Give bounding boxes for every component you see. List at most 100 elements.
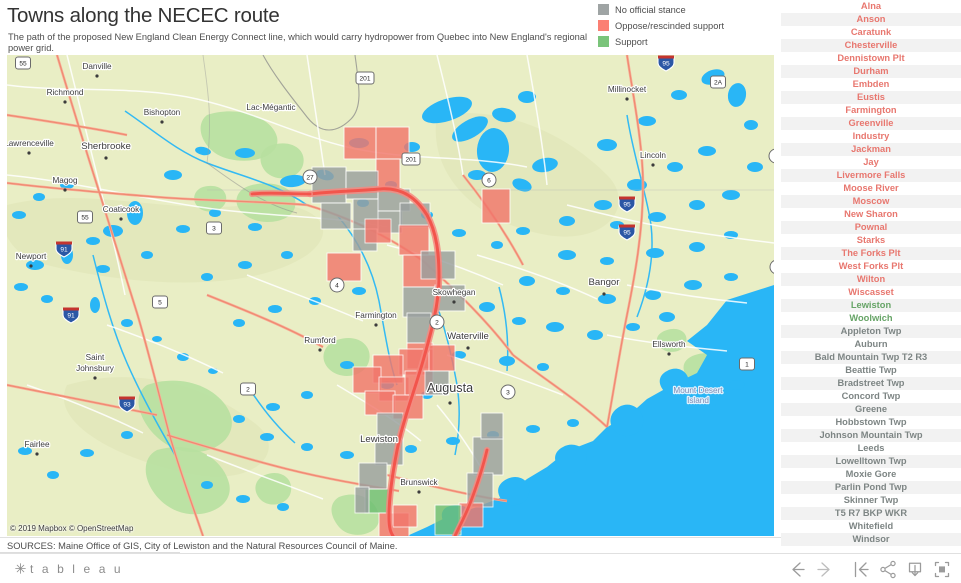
- redo-button[interactable]: [810, 558, 837, 580]
- legend-swatch-icon: [598, 36, 609, 47]
- legend-item[interactable]: Oppose/rescinded support: [598, 18, 781, 33]
- svg-text:5: 5: [158, 299, 162, 306]
- town-list-item[interactable]: Hobbstown Twp: [781, 416, 961, 429]
- map-graphic: 20120127642355553521192A919193959595Moun…: [7, 55, 774, 536]
- town-list-item[interactable]: New Sharon: [781, 208, 961, 221]
- town-list-item[interactable]: Greene: [781, 403, 961, 416]
- town-list-item[interactable]: Wiscasset: [781, 286, 961, 299]
- svg-text:Lawrenceville: Lawrenceville: [7, 139, 54, 148]
- town-list-item[interactable]: Bradstreet Twp: [781, 377, 961, 390]
- town-list-item[interactable]: Wilton: [781, 273, 961, 286]
- svg-text:Johnsbury: Johnsbury: [76, 364, 115, 373]
- svg-text:Island: Island: [687, 396, 709, 405]
- town-list-item[interactable]: Durham: [781, 65, 961, 78]
- svg-text:3: 3: [506, 389, 510, 396]
- download-icon: [908, 562, 921, 576]
- town-list-item[interactable]: Woolwich: [781, 312, 961, 325]
- town-list-item[interactable]: Eustis: [781, 91, 961, 104]
- svg-text:2: 2: [435, 319, 439, 326]
- town-list-item[interactable]: Lewiston: [781, 299, 961, 312]
- fullscreen-button[interactable]: [928, 558, 955, 580]
- share-button[interactable]: [874, 558, 901, 580]
- town-list-panel[interactable]: Alna Anson Caratunk Chesterville Dennistown …: [781, 0, 961, 553]
- source-divider: [0, 537, 781, 538]
- svg-text:2: 2: [246, 386, 250, 393]
- town-list-item[interactable]: Auburn: [781, 338, 961, 351]
- legend-item[interactable]: Support: [598, 34, 781, 49]
- town-list-item[interactable]: Jay: [781, 156, 961, 169]
- svg-text:91: 91: [67, 313, 75, 320]
- tableau-logo[interactable]: t a b l e a u: [14, 560, 123, 577]
- town-list-item[interactable]: Appleton Twp: [781, 325, 961, 338]
- town-list-item[interactable]: Industry: [781, 130, 961, 143]
- svg-text:Sherbrooke: Sherbrooke: [81, 141, 131, 152]
- town-list-item[interactable]: Greenville: [781, 117, 961, 130]
- legend-swatch-icon: [598, 4, 609, 15]
- svg-text:Lac-Mégantic: Lac-Mégantic: [246, 103, 295, 112]
- legend: No official stance Oppose/rescinded suppo…: [598, 2, 781, 52]
- svg-text:Fairlee: Fairlee: [24, 440, 49, 449]
- town-list-item[interactable]: Embden: [781, 78, 961, 91]
- town-list-item[interactable]: Beattie Twp: [781, 364, 961, 377]
- svg-text:Brunswick: Brunswick: [400, 478, 438, 487]
- share-icon: [879, 560, 896, 578]
- town-list-item[interactable]: Lowelltown Twp: [781, 455, 961, 468]
- town-list-item[interactable]: Moxie Gore: [781, 468, 961, 481]
- town-list-item[interactable]: Windsor: [781, 533, 961, 546]
- fullscreen-icon: [934, 561, 949, 577]
- sources-text: SOURCES: Maine Office of GIS, City of Le…: [7, 541, 398, 551]
- page-title: Towns along the NECEC route: [7, 4, 280, 27]
- town-list-item[interactable]: Starks: [781, 234, 961, 247]
- town-list-item[interactable]: The Forks Plt: [781, 247, 961, 260]
- svg-text:3: 3: [212, 225, 216, 232]
- svg-text:2A: 2A: [714, 79, 723, 86]
- svg-text:Skowhegan: Skowhegan: [433, 288, 476, 297]
- town-list-item[interactable]: Anson: [781, 13, 961, 26]
- town-list-item[interactable]: Livermore Falls: [781, 169, 961, 182]
- svg-text:201: 201: [359, 75, 370, 82]
- legend-item[interactable]: No official stance: [598, 2, 781, 17]
- town-list-item[interactable]: Alna: [781, 0, 961, 13]
- town-list-item[interactable]: Farmington: [781, 104, 961, 117]
- tableau-logo-text: t a b l e a u: [30, 561, 124, 576]
- svg-text:Lincoln: Lincoln: [640, 151, 666, 160]
- undo-button[interactable]: [783, 558, 810, 580]
- town-list-item[interactable]: Chesterville: [781, 39, 961, 52]
- town-list-item[interactable]: Leeds: [781, 442, 961, 455]
- town-list-item[interactable]: Dennistown Plt: [781, 52, 961, 65]
- town-list-item[interactable]: West Forks Plt: [781, 260, 961, 273]
- svg-text:Mount Desert: Mount Desert: [673, 386, 723, 395]
- town-list-item[interactable]: Jackman: [781, 143, 961, 156]
- revert-button[interactable]: [847, 558, 874, 580]
- town-list-item[interactable]: Whitefield: [781, 520, 961, 533]
- town-list-item[interactable]: Skinner Twp: [781, 494, 961, 507]
- page-subtitle: The path of the proposed New England Cle…: [8, 32, 588, 54]
- svg-text:Bishopton: Bishopton: [144, 108, 181, 117]
- svg-text:95: 95: [623, 230, 631, 237]
- town-list-item[interactable]: Moscow: [781, 195, 961, 208]
- town-list-item[interactable]: Concord Twp: [781, 390, 961, 403]
- svg-text:Ellsworth: Ellsworth: [652, 340, 686, 349]
- town-list-item[interactable]: Moose River: [781, 182, 961, 195]
- town-list-item[interactable]: T5 R7 BKP WKR: [781, 507, 961, 520]
- svg-text:Millinocket: Millinocket: [608, 85, 647, 94]
- dashboard-root: Towns along the NECEC route The path of …: [0, 0, 961, 583]
- svg-text:95: 95: [662, 61, 670, 68]
- svg-text:201: 201: [405, 156, 416, 163]
- svg-text:93: 93: [123, 402, 131, 409]
- svg-text:Waterville: Waterville: [447, 331, 489, 342]
- town-list-item[interactable]: Johnson Mountain Twp: [781, 429, 961, 442]
- svg-text:Rumford: Rumford: [304, 336, 336, 345]
- map-canvas[interactable]: 20120127642355553521192A919193959595Moun…: [7, 55, 774, 536]
- tableau-footer: t a b l e a u: [0, 553, 961, 583]
- legend-item-label: Oppose/rescinded support: [615, 20, 725, 31]
- svg-text:55: 55: [81, 214, 89, 221]
- town-list-item[interactable]: Bald Mountain Twp T2 R3: [781, 351, 961, 364]
- svg-text:Richmond: Richmond: [47, 88, 84, 97]
- town-list-item[interactable]: Parlin Pond Twp: [781, 481, 961, 494]
- town-list-item[interactable]: Pownal: [781, 221, 961, 234]
- svg-text:1: 1: [745, 361, 749, 368]
- download-button[interactable]: [901, 558, 928, 580]
- town-list-item[interactable]: Caratunk: [781, 26, 961, 39]
- svg-text:Lewiston: Lewiston: [360, 434, 398, 445]
